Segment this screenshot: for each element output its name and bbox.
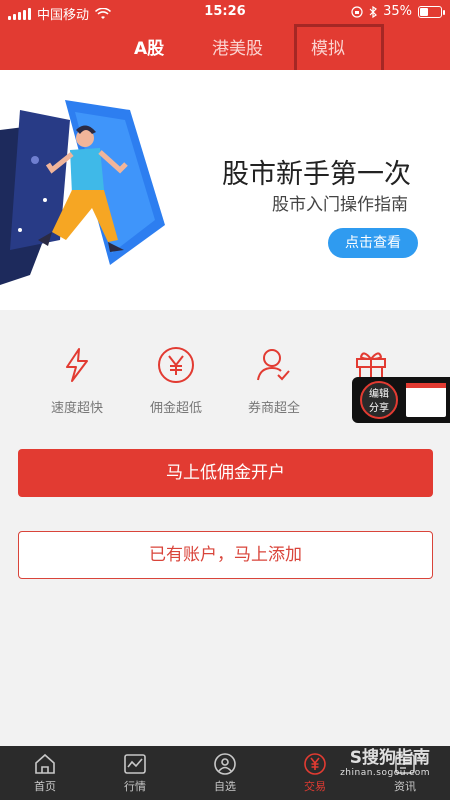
nav-home[interactable]: 首页	[15, 752, 75, 794]
battery-percent: 35%	[383, 4, 412, 19]
yen-icon	[158, 347, 194, 383]
nav-label: 首页	[34, 780, 56, 793]
feature-brokers: 券商超全	[239, 345, 309, 416]
feature-label: 佣金超低	[149, 401, 202, 416]
banner-title: 股市新手第一次	[222, 159, 411, 190]
feature-label: 速度超快	[50, 401, 103, 416]
share-label-line2: 分享	[369, 403, 389, 414]
home-icon	[35, 753, 55, 774]
nav-label: 行情	[124, 780, 146, 793]
tab-a-shares[interactable]: A股	[134, 34, 164, 59]
promo-banner[interactable]: 股市新手第一次 股市入门操作指南 点击查看	[0, 70, 450, 310]
add-existing-account-button[interactable]: 已有账户，马上添加	[18, 531, 433, 579]
bluetooth-icon	[369, 5, 378, 18]
lock-rotation-icon	[351, 5, 363, 18]
nav-label: 自选	[214, 780, 236, 793]
view-guide-button[interactable]: 点击查看	[328, 228, 418, 258]
battery-fill	[420, 7, 428, 16]
runner-illustration	[0, 100, 165, 285]
watermark-url: zhinan.sogou.com	[340, 768, 430, 778]
status-bar: 中国移动 15:26 35%	[0, 0, 450, 24]
banner-subtitle: 股市入门操作指南	[272, 195, 408, 215]
nav-market[interactable]: 行情	[105, 752, 165, 794]
open-account-button[interactable]: 马上低佣金开户	[18, 449, 433, 497]
app-header: 中国移动 15:26 35% A股 港美股 模拟	[0, 0, 450, 84]
edit-share-button[interactable]: 编辑 分享	[360, 381, 398, 419]
sogou-watermark: S搜狗指南 zhinan.sogou.com	[340, 743, 430, 778]
feature-label: 券商超全	[247, 401, 300, 416]
lightning-icon	[66, 348, 88, 382]
edit-share-widget[interactable]: 编辑 分享	[352, 377, 450, 423]
watchlist-icon	[214, 753, 236, 775]
person-check-icon	[257, 349, 290, 381]
status-right: 35%	[351, 4, 445, 19]
nav-trade[interactable]: 交易	[285, 752, 345, 794]
nav-watchlist[interactable]: 自选	[195, 752, 255, 794]
share-thumbnail	[406, 383, 446, 417]
battery-icon	[418, 5, 445, 18]
feature-low-commission: 佣金超低	[141, 345, 211, 416]
chart-icon	[124, 754, 146, 774]
tab-hk-us-shares[interactable]: 港美股	[212, 34, 263, 59]
nav-label: 交易	[304, 780, 326, 793]
nav-label: 资讯	[394, 780, 416, 793]
watermark-main: S搜狗指南	[349, 748, 430, 768]
trade-icon	[304, 753, 326, 775]
share-label-line1: 编辑	[369, 389, 389, 400]
feature-speed: 速度超快	[42, 345, 112, 416]
